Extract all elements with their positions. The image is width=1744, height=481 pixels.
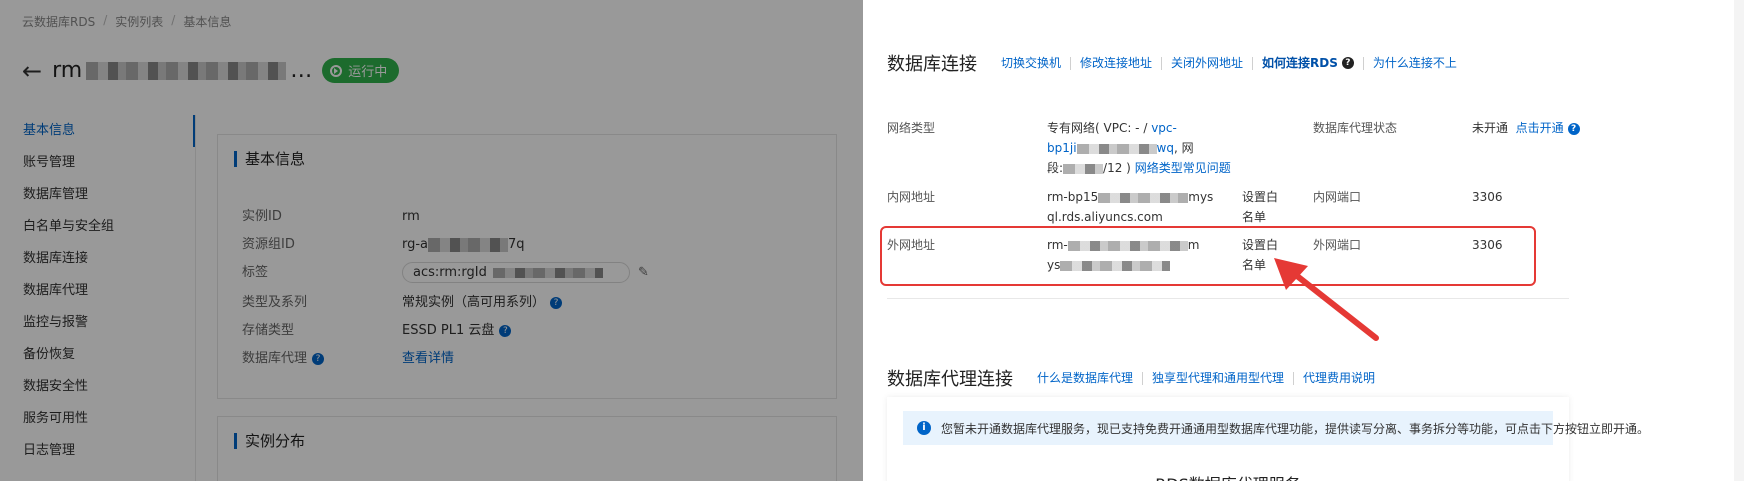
proxy-pricing-link[interactable]: 代理费用说明 bbox=[1293, 371, 1384, 385]
proxy-status-value: 未开通 点击开通? bbox=[1472, 118, 1580, 138]
external-port-label: 外网端口 bbox=[1313, 238, 1362, 252]
scrollbar[interactable] bbox=[1734, 0, 1744, 481]
vswitch-link[interactable]: bp1ji wq bbox=[1047, 141, 1174, 155]
why-cannot-connect-link[interactable]: 为什么连接不上 bbox=[1362, 56, 1466, 70]
external-address-value: rm-m ys bbox=[1047, 238, 1200, 272]
close-public-endpoint-link[interactable]: 关闭外网地址 bbox=[1161, 56, 1252, 70]
connection-drawer: 数据库连接 切换交换机 修改连接地址 关闭外网地址 如何连接RDS? 为什么连接… bbox=[863, 0, 1744, 481]
instance-detail-page: 云数据库RDS / 实例列表 / 基本信息 ← rm… 运行中 基本信息 账号管… bbox=[0, 0, 863, 481]
modify-endpoint-link[interactable]: 修改连接地址 bbox=[1070, 56, 1161, 70]
modal-mask[interactable] bbox=[0, 0, 863, 481]
what-is-proxy-link[interactable]: 什么是数据库代理 bbox=[1037, 371, 1142, 385]
help-icon[interactable]: ? bbox=[1567, 122, 1580, 135]
proxy-types-link[interactable]: 独享型代理和通用型代理 bbox=[1142, 371, 1293, 385]
internal-address-value: rm-bp15 mys ql.rds.aliyuncs.com bbox=[1047, 190, 1214, 224]
internal-address-label: 内网地址 bbox=[887, 190, 936, 204]
how-to-connect-link[interactable]: 如何连接RDS? bbox=[1252, 56, 1363, 70]
db-connection-header: 数据库连接 切换交换机 修改连接地址 关闭外网地址 如何连接RDS? 为什么连接… bbox=[887, 50, 1466, 76]
proxy-status-label: 数据库代理状态 bbox=[1313, 121, 1398, 135]
external-address-label: 外网地址 bbox=[887, 238, 936, 252]
annotation-arrow-icon bbox=[1274, 258, 1379, 341]
network-type-faq-link[interactable]: 网络类型常见问题 bbox=[1135, 161, 1231, 175]
proxy-connection-links: 什么是数据库代理 独享型代理和通用型代理 代理费用说明 bbox=[1037, 371, 1384, 385]
internal-port-value: 3306 bbox=[1472, 190, 1503, 204]
external-port-value: 3306 bbox=[1472, 238, 1503, 252]
proxy-service-title: RDS数据库代理服务 bbox=[887, 471, 1569, 481]
proxy-panel: i 您暂未开通数据库代理服务，现已支持免费开通通用型数据库代理功能，提供读写分离… bbox=[887, 397, 1649, 481]
internal-whitelist-link[interactable]: 设置白 名单 bbox=[1242, 187, 1278, 227]
enable-proxy-link[interactable]: 点击开通 bbox=[1516, 121, 1564, 135]
help-icon[interactable]: ? bbox=[1341, 57, 1354, 69]
vpc-link[interactable]: vpc- bbox=[1151, 121, 1177, 135]
section-divider bbox=[887, 298, 1569, 299]
proxy-notice: i 您暂未开通数据库代理服务，现已支持免费开通通用型数据库代理功能，提供读写分离… bbox=[903, 411, 1649, 445]
network-type-value: 专有网络( VPC: - / vpc- bp1ji wq, 网 段:/12 ) 网… bbox=[1047, 121, 1231, 175]
internal-port-label: 内网端口 bbox=[1313, 190, 1362, 204]
info-icon: i bbox=[917, 421, 931, 435]
network-type-label: 网络类型 bbox=[887, 121, 936, 135]
db-connection-links: 切换交换机 修改连接地址 关闭外网地址 如何连接RDS? 为什么连接不上 bbox=[1001, 56, 1466, 70]
proxy-connection-header: 数据库代理连接 什么是数据库代理 独享型代理和通用型代理 代理费用说明 bbox=[887, 365, 1384, 391]
switch-vswitch-link[interactable]: 切换交换机 bbox=[1001, 56, 1070, 70]
proxy-connection-title: 数据库代理连接 bbox=[887, 369, 1013, 390]
db-connection-title: 数据库连接 bbox=[887, 54, 977, 75]
